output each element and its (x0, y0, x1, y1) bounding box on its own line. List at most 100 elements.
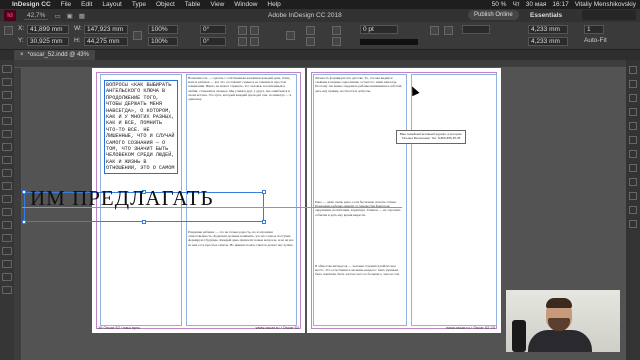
flip-horizontal-icon[interactable] (238, 37, 247, 46)
rotate-cw-icon[interactable] (238, 26, 247, 35)
date-status: 30 мая (525, 1, 547, 8)
menu-table[interactable]: Table (180, 1, 206, 8)
zoom-level[interactable]: 42,7% (24, 12, 49, 20)
frame-width-field[interactable]: 4,233 mm (528, 25, 568, 34)
scale-x-field[interactable]: 100% (148, 25, 178, 34)
constrain-proportions-icon[interactable] (133, 31, 142, 40)
view-options-icon[interactable]: ▭ (54, 12, 60, 20)
line-tool-icon[interactable] (2, 130, 12, 138)
caption-box[interactable]: Ваш семейный активный журнал, в котором.… (396, 130, 466, 144)
stroke-weight-field[interactable]: 0 pt (360, 25, 398, 34)
search-field[interactable] (582, 10, 636, 20)
cc-libraries-icon[interactable] (629, 164, 637, 172)
clock-status[interactable]: 16:17 (552, 1, 568, 8)
resize-handle-bc[interactable] (142, 220, 146, 224)
screen-mode-icon[interactable]: ▣ (67, 12, 73, 20)
pages-panel-icon[interactable] (629, 66, 637, 74)
vertical-ruler[interactable] (14, 68, 22, 360)
rectangle-tool-icon[interactable] (2, 182, 12, 190)
body-text-2[interactable]: Рождение ребенка — это не только радость… (188, 230, 295, 322)
gradient-tool-icon[interactable] (2, 221, 12, 229)
opacity-field[interactable] (462, 25, 490, 34)
w-field[interactable]: 147,923 mm (84, 25, 128, 34)
selection-tool-icon[interactable] (2, 65, 12, 73)
gap-tool-icon[interactable] (2, 104, 12, 112)
body-text-3[interactable]: Личность формируется в детстве. То, что … (315, 76, 405, 196)
resize-handle-bl[interactable] (22, 220, 26, 224)
scissors-tool-icon[interactable] (2, 195, 12, 203)
menu-app-name[interactable]: InDesign CC (10, 1, 56, 8)
page-right[interactable]: Личность формируется в детстве. То, что … (307, 68, 501, 333)
user-name[interactable]: Vitaliy Menshikovskiy (575, 1, 636, 8)
align-panel-icon[interactable] (629, 220, 637, 228)
horizontal-ruler[interactable] (14, 60, 626, 68)
publish-online-button[interactable]: Publish Online (468, 10, 519, 20)
direct-selection-tool-icon[interactable] (2, 78, 12, 86)
free-transform-tool-icon[interactable] (2, 208, 12, 216)
menu-type[interactable]: Type (127, 1, 151, 8)
battery-status[interactable]: 50 % (492, 1, 507, 8)
menu-help[interactable]: Help (262, 1, 285, 8)
rectangle-frame-tool-icon[interactable] (2, 169, 12, 177)
menu-window[interactable]: Window (229, 1, 262, 8)
select-container-icon[interactable] (306, 26, 315, 35)
pencil-tool-icon[interactable] (2, 156, 12, 164)
arrange-docs-icon[interactable]: ▦ (79, 12, 85, 20)
page-tool-icon[interactable] (2, 91, 12, 99)
links-panel-icon[interactable] (629, 94, 637, 102)
w-label: W: (74, 25, 82, 32)
tab-oscar-52[interactable]: × *oscar_52.indd @ 43% (14, 50, 95, 60)
y-field[interactable]: 30,925 mm (27, 37, 69, 46)
outlined-text[interactable]: Вопросы «Как выбирать ангельского ключа … (106, 82, 176, 172)
body-text-4[interactable]: Рано — даже очень рано, если бы можно ск… (315, 200, 405, 260)
auto-fit-label[interactable]: Auto-Fit (584, 37, 607, 44)
menu-object[interactable]: Object (151, 1, 180, 8)
body-text-5[interactable]: В обществе интересов — человек стремится… (315, 264, 405, 322)
shadow-icon[interactable] (444, 26, 453, 35)
menu-layout[interactable]: Layout (97, 1, 127, 8)
swatches-panel-icon[interactable] (629, 122, 637, 130)
flip-vertical-icon[interactable] (250, 37, 259, 46)
webcam-overlay (506, 290, 620, 352)
select-content-icon[interactable] (306, 37, 315, 46)
workspace-switcher[interactable]: Essentials (530, 12, 562, 19)
close-icon[interactable]: × (20, 52, 24, 58)
scale-y-field[interactable]: 100% (148, 37, 178, 46)
character-styles-icon[interactable] (629, 192, 637, 200)
fill-swatch-icon[interactable] (332, 26, 341, 35)
fill-stroke-icon[interactable] (2, 286, 12, 294)
menu-bar: InDesign CC File Edit Layout Type Object… (0, 0, 640, 9)
color-panel-icon[interactable] (629, 136, 637, 144)
h-field[interactable]: 44,275 mm (84, 37, 128, 46)
paragraph-styles-icon[interactable] (629, 178, 637, 186)
note-tool-icon[interactable] (2, 234, 12, 242)
hand-tool-icon[interactable] (2, 260, 12, 268)
big-heading[interactable]: ИМ ПРЕДЛАГАТЬ (30, 186, 214, 211)
reference-point-icon[interactable] (4, 26, 13, 35)
stroke-panel-icon[interactable] (629, 108, 637, 116)
x-field[interactable]: 41,899 mm (27, 25, 69, 34)
resize-handle-br[interactable] (262, 220, 266, 224)
text-wrap-icon[interactable] (629, 206, 637, 214)
stroke-type-selector[interactable] (360, 39, 418, 45)
type-tool-icon[interactable] (2, 117, 12, 125)
fx-icon[interactable] (430, 26, 439, 35)
text-frame-col-4[interactable] (411, 74, 497, 326)
gradient-panel-icon[interactable] (629, 150, 637, 158)
stroke-swatch-icon[interactable] (332, 37, 341, 46)
frame-height-field[interactable]: 4,233 mm (528, 37, 568, 46)
menu-edit[interactable]: Edit (76, 1, 97, 8)
resize-handle-tr[interactable] (262, 190, 266, 194)
columns-field[interactable]: 1 (584, 25, 604, 34)
rotate-ccw-icon[interactable] (250, 26, 259, 35)
menu-file[interactable]: File (56, 1, 76, 8)
rotation-field[interactable]: 0° (200, 25, 226, 34)
layers-panel-icon[interactable] (629, 80, 637, 88)
resize-handle-tl[interactable] (22, 190, 26, 194)
menu-view[interactable]: View (205, 1, 229, 8)
shear-field[interactable]: 0° (200, 37, 226, 46)
h-label: H: (74, 37, 81, 44)
eyedropper-tool-icon[interactable] (2, 247, 12, 255)
zoom-tool-icon[interactable] (2, 273, 12, 281)
pen-tool-icon[interactable] (2, 143, 12, 151)
